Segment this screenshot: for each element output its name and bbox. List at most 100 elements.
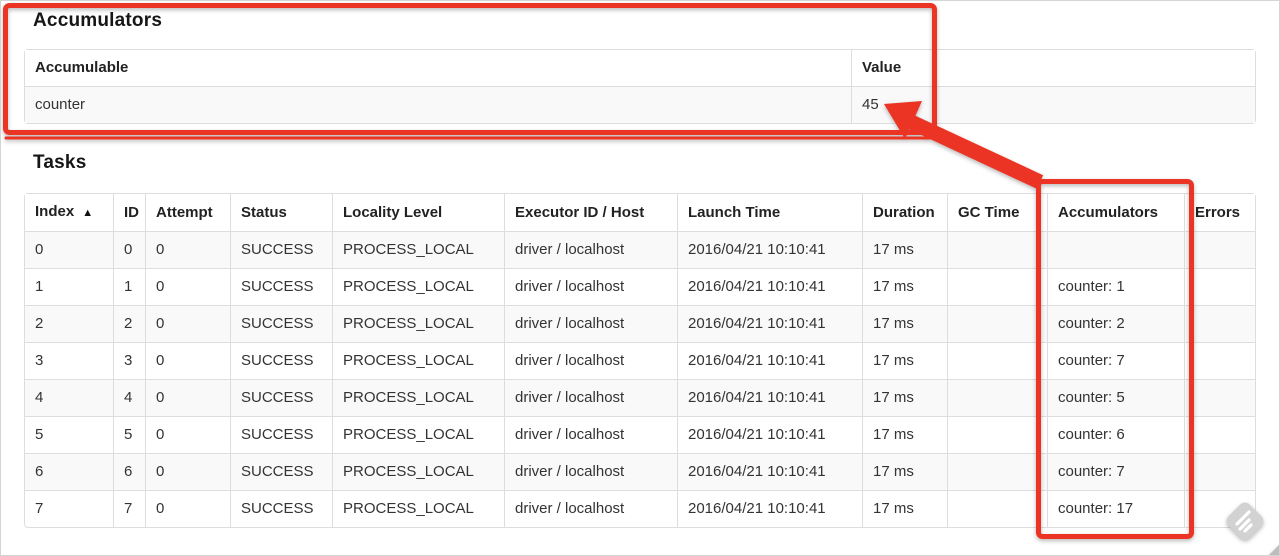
cell-id: 0	[113, 231, 145, 268]
cell-locality: PROCESS_LOCAL	[332, 379, 504, 416]
accumulators-table: Accumulable Value counter 45	[24, 49, 1256, 124]
cell-id: 3	[113, 342, 145, 379]
value-column-header[interactable]: Value	[851, 50, 1255, 86]
status-column-header[interactable]: Status	[230, 194, 332, 231]
cell-errors	[1184, 416, 1255, 453]
cell-executor: driver / localhost	[504, 268, 677, 305]
accumulable-name-cell: counter	[25, 86, 851, 123]
accumulable-value-cell: 45	[851, 86, 1255, 123]
cell-locality: PROCESS_LOCAL	[332, 453, 504, 490]
cell-attempt: 0	[145, 231, 230, 268]
gc-time-column-header[interactable]: GC Time	[947, 194, 1047, 231]
cell-id: 6	[113, 453, 145, 490]
cell-accumulators: counter: 6	[1047, 416, 1184, 453]
accumulators-header-row: Accumulable Value	[25, 50, 1255, 86]
cell-gc-time	[947, 490, 1047, 527]
cell-index: 2	[25, 305, 113, 342]
cell-index: 6	[25, 453, 113, 490]
cell-launch-time: 2016/04/21 10:10:41	[677, 305, 862, 342]
cell-id: 5	[113, 416, 145, 453]
cell-attempt: 0	[145, 379, 230, 416]
errors-column-header[interactable]: Errors	[1184, 194, 1255, 231]
cell-status: SUCCESS	[230, 490, 332, 527]
cell-index: 3	[25, 342, 113, 379]
accumulable-column-header[interactable]: Accumulable	[25, 50, 851, 86]
task-row: 0 0 0 SUCCESS PROCESS_LOCAL driver / loc…	[25, 231, 1255, 268]
accumulators-heading: Accumulators	[33, 10, 163, 31]
cell-accumulators: counter: 5	[1047, 379, 1184, 416]
cell-errors	[1184, 268, 1255, 305]
cell-id: 4	[113, 379, 145, 416]
cell-duration: 17 ms	[862, 453, 947, 490]
cell-duration: 17 ms	[862, 490, 947, 527]
cell-launch-time: 2016/04/21 10:10:41	[677, 379, 862, 416]
cell-launch-time: 2016/04/21 10:10:41	[677, 231, 862, 268]
cell-launch-time: 2016/04/21 10:10:41	[677, 490, 862, 527]
task-row: 2 2 0 SUCCESS PROCESS_LOCAL driver / loc…	[25, 305, 1255, 342]
cell-gc-time	[947, 231, 1047, 268]
cell-launch-time: 2016/04/21 10:10:41	[677, 268, 862, 305]
tasks-table: Index ▲ ID Attempt Status Locality Level …	[24, 193, 1256, 528]
cell-launch-time: 2016/04/21 10:10:41	[677, 453, 862, 490]
cell-launch-time: 2016/04/21 10:10:41	[677, 416, 862, 453]
sort-asc-icon: ▲	[82, 207, 94, 219]
cell-duration: 17 ms	[862, 416, 947, 453]
cell-accumulators	[1047, 231, 1184, 268]
cell-id: 2	[113, 305, 145, 342]
tasks-header-row: Index ▲ ID Attempt Status Locality Level …	[25, 194, 1255, 231]
cell-status: SUCCESS	[230, 305, 332, 342]
cell-locality: PROCESS_LOCAL	[332, 268, 504, 305]
cell-locality: PROCESS_LOCAL	[332, 490, 504, 527]
cell-status: SUCCESS	[230, 231, 332, 268]
accumulators-column-header[interactable]: Accumulators	[1047, 194, 1184, 231]
cell-errors	[1184, 453, 1255, 490]
cell-launch-time: 2016/04/21 10:10:41	[677, 342, 862, 379]
cell-index: 0	[25, 231, 113, 268]
cell-index: 4	[25, 379, 113, 416]
spark-stage-page: Accumulators Accumulable Value counter 4…	[0, 0, 1280, 556]
cell-attempt: 0	[145, 416, 230, 453]
cell-executor: driver / localhost	[504, 305, 677, 342]
cell-attempt: 0	[145, 268, 230, 305]
tasks-heading: Tasks	[33, 152, 87, 173]
cell-attempt: 0	[145, 305, 230, 342]
task-row: 6 6 0 SUCCESS PROCESS_LOCAL driver / loc…	[25, 453, 1255, 490]
cell-locality: PROCESS_LOCAL	[332, 342, 504, 379]
cell-attempt: 0	[145, 453, 230, 490]
cell-index: 5	[25, 416, 113, 453]
index-header-label: Index	[35, 203, 75, 220]
cell-executor: driver / localhost	[504, 379, 677, 416]
cell-status: SUCCESS	[230, 268, 332, 305]
task-row: 5 5 0 SUCCESS PROCESS_LOCAL driver / loc…	[25, 416, 1255, 453]
cell-id: 1	[113, 268, 145, 305]
duration-column-header[interactable]: Duration	[862, 194, 947, 231]
cell-gc-time	[947, 268, 1047, 305]
task-row: 3 3 0 SUCCESS PROCESS_LOCAL driver / loc…	[25, 342, 1255, 379]
id-column-header[interactable]: ID	[113, 194, 145, 231]
locality-column-header[interactable]: Locality Level	[332, 194, 504, 231]
index-column-header[interactable]: Index ▲	[25, 194, 113, 231]
cell-errors	[1184, 342, 1255, 379]
cell-accumulators: counter: 2	[1047, 305, 1184, 342]
task-row: 7 7 0 SUCCESS PROCESS_LOCAL driver / loc…	[25, 490, 1255, 527]
executor-column-header[interactable]: Executor ID / Host	[504, 194, 677, 231]
cell-status: SUCCESS	[230, 453, 332, 490]
cell-executor: driver / localhost	[504, 453, 677, 490]
cell-locality: PROCESS_LOCAL	[332, 231, 504, 268]
cell-executor: driver / localhost	[504, 490, 677, 527]
cell-duration: 17 ms	[862, 231, 947, 268]
cell-locality: PROCESS_LOCAL	[332, 305, 504, 342]
cell-executor: driver / localhost	[504, 342, 677, 379]
cell-attempt: 0	[145, 490, 230, 527]
cell-id: 7	[113, 490, 145, 527]
cell-index: 7	[25, 490, 113, 527]
cell-errors	[1184, 490, 1255, 527]
accumulator-row: counter 45	[25, 86, 1255, 123]
cell-gc-time	[947, 379, 1047, 416]
attempt-column-header[interactable]: Attempt	[145, 194, 230, 231]
cell-accumulators: counter: 1	[1047, 268, 1184, 305]
cell-duration: 17 ms	[862, 379, 947, 416]
launch-time-column-header[interactable]: Launch Time	[677, 194, 862, 231]
cell-duration: 17 ms	[862, 342, 947, 379]
cell-gc-time	[947, 342, 1047, 379]
